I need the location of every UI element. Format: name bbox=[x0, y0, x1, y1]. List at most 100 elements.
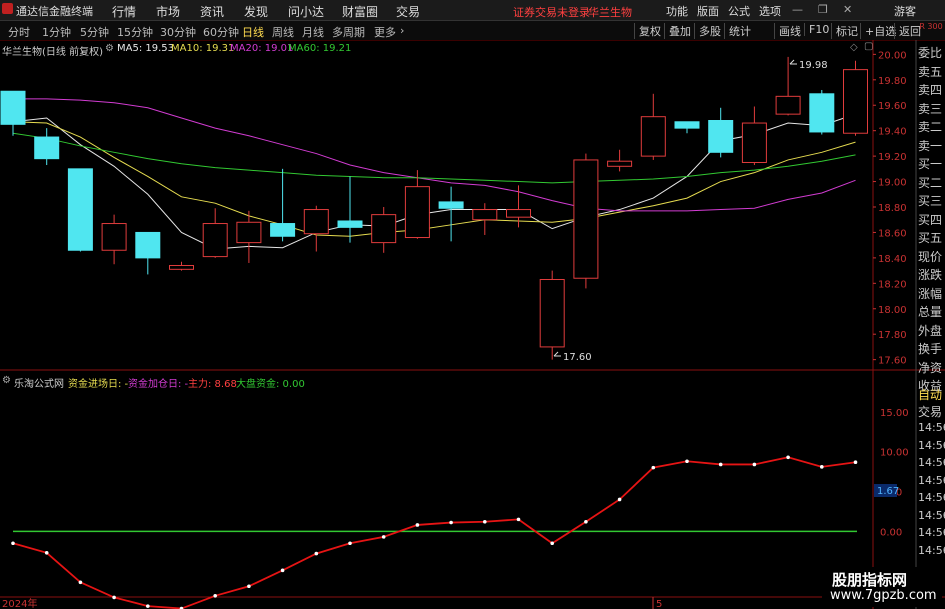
y-tick-label: 17.60 bbox=[878, 356, 907, 367]
adjust-button[interactable]: 复权 bbox=[634, 23, 661, 39]
ma10-legend: MA10: 19.31 bbox=[171, 43, 235, 54]
indicator-gear-icon[interactable]: ⚙ bbox=[2, 375, 11, 386]
main-force-point bbox=[752, 462, 757, 467]
more-chevron-icon[interactable]: › bbox=[400, 24, 404, 37]
minimize-icon[interactable]: — bbox=[792, 3, 803, 16]
y-tick-label: 19.00 bbox=[878, 178, 907, 189]
candle-body bbox=[573, 159, 599, 279]
settings-gear-icon[interactable]: ⚙ bbox=[105, 43, 114, 54]
close-icon[interactable]: ✕ bbox=[843, 3, 852, 16]
draw-line-button[interactable]: 画线 bbox=[774, 23, 801, 39]
y-tick-label: 19.20 bbox=[878, 152, 907, 163]
period-1min[interactable]: 1分钟 bbox=[42, 24, 71, 40]
period-60min[interactable]: 60分钟 bbox=[203, 24, 239, 40]
low-marker: 17.60 bbox=[553, 351, 592, 363]
tick-time: 14:56 bbox=[918, 526, 945, 539]
candle bbox=[438, 186, 464, 242]
main-force-point bbox=[78, 580, 83, 585]
period-multi[interactable]: 多周期 bbox=[332, 24, 365, 40]
kline-chart-area[interactable]: 20.00 19.80 19.60 19.40 19.20 19.00 18.80 18.60… bbox=[0, 40, 945, 609]
tick-time: 14:56 bbox=[918, 543, 945, 557]
multi-stock-button[interactable]: 多股 bbox=[694, 23, 721, 39]
tick-time: 14:56 bbox=[918, 491, 945, 504]
main-force-point bbox=[786, 455, 790, 460]
function-button[interactable]: 功能 bbox=[666, 3, 688, 19]
main-force-point bbox=[516, 517, 521, 522]
layout-button[interactable]: 版面 bbox=[697, 3, 719, 19]
menu-news[interactable]: 资讯 bbox=[200, 3, 224, 20]
y-tick-label: 18.60 bbox=[878, 228, 907, 239]
auto-label[interactable]: 自动 bbox=[918, 386, 942, 403]
main-force-point bbox=[685, 459, 689, 464]
menu-market-quotes[interactable]: 行情 bbox=[112, 3, 136, 20]
trade-label[interactable]: 交易 bbox=[918, 403, 942, 420]
menu-discover[interactable]: 发现 bbox=[244, 3, 268, 20]
quote-label: 现价 bbox=[918, 249, 943, 264]
quote-label: 卖二 bbox=[918, 120, 943, 134]
fund-add-legend: 资金加仓日: - bbox=[128, 379, 189, 390]
options-button[interactable]: 选项 bbox=[759, 3, 781, 19]
mark-button[interactable]: 标记 bbox=[831, 23, 858, 39]
main-force-point bbox=[381, 535, 386, 539]
period-monthly[interactable]: 月线 bbox=[302, 24, 324, 40]
menu-market[interactable]: 市场 bbox=[156, 3, 180, 20]
overlay-button[interactable]: 叠加 bbox=[664, 23, 691, 39]
period-daily[interactable]: 日线 bbox=[242, 24, 264, 40]
main-force-point bbox=[651, 465, 656, 470]
panel-toggle-icon[interactable]: ▢ bbox=[864, 41, 873, 52]
period-more[interactable]: 更多 bbox=[374, 24, 396, 40]
y-tick-label: 17.80 bbox=[878, 330, 907, 341]
title-bar: 通达信金融终端 行情 市场 资讯 发现 问小达 财富圈 交易 证券交易未登录 华… bbox=[0, 0, 945, 21]
f10-button[interactable]: F10 bbox=[804, 23, 829, 36]
candle-body bbox=[506, 209, 531, 218]
quote-label: 买一 bbox=[918, 157, 943, 171]
candle-body bbox=[135, 231, 161, 259]
candle bbox=[539, 270, 565, 360]
market-fund-legend: 大盘资金: 0.00 bbox=[236, 379, 305, 390]
candle bbox=[337, 176, 363, 243]
period-intraday[interactable]: 分时 bbox=[8, 24, 30, 40]
y-tick-label: 19.80 bbox=[878, 76, 907, 87]
candle bbox=[135, 231, 161, 275]
candle-body bbox=[303, 209, 329, 235]
period-5min[interactable]: 5分钟 bbox=[80, 24, 109, 40]
period-15min[interactable]: 15分钟 bbox=[117, 24, 153, 40]
period-weekly[interactable]: 周线 bbox=[272, 24, 294, 40]
candle bbox=[202, 208, 228, 258]
right-panel-badge[interactable]: R 300 bbox=[918, 22, 944, 31]
quote-label: 买三 bbox=[918, 194, 943, 208]
formula-button[interactable]: 公式 bbox=[728, 3, 750, 19]
main-force-point bbox=[348, 541, 352, 546]
candle bbox=[270, 168, 296, 242]
ma-line-ma20 bbox=[13, 98, 856, 212]
restore-icon[interactable]: ❐ bbox=[818, 3, 828, 16]
add-watchlist-button[interactable]: +自选 bbox=[860, 23, 896, 39]
main-force-point bbox=[11, 541, 15, 546]
guest-label[interactable]: 游客 bbox=[894, 3, 916, 19]
y-tick-label: 18.20 bbox=[878, 279, 907, 290]
candle-body bbox=[741, 122, 767, 163]
main-force-point bbox=[415, 523, 420, 527]
menu-ask[interactable]: 问小达 bbox=[288, 3, 324, 20]
menu-wealth-circle[interactable]: 财富圈 bbox=[342, 3, 378, 20]
period-30min[interactable]: 30分钟 bbox=[160, 24, 196, 40]
brand-url: www.7gpzb.com bbox=[830, 588, 937, 603]
statistics-button[interactable]: 统计 bbox=[724, 23, 751, 39]
login-warning[interactable]: 证券交易未登录 bbox=[513, 4, 590, 20]
y-tick-label: 19.40 bbox=[878, 127, 907, 138]
indicator-lines bbox=[11, 455, 858, 609]
quote-label: 卖四 bbox=[918, 83, 943, 97]
candle-body bbox=[371, 214, 397, 244]
main-force-point bbox=[483, 519, 487, 524]
main-force-legend: 主力: 8.68 bbox=[188, 379, 237, 390]
candlesticks bbox=[0, 56, 868, 360]
diamond-icon[interactable]: ◇ bbox=[850, 42, 858, 53]
candle bbox=[303, 205, 329, 252]
candle-body bbox=[472, 209, 498, 221]
candle-body bbox=[169, 265, 194, 270]
indicator-title[interactable]: 乐淘公式网 bbox=[14, 375, 64, 390]
menu-trade[interactable]: 交易 bbox=[396, 3, 420, 20]
back-button[interactable]: 返回 bbox=[894, 23, 921, 39]
y-tick-label: 18.80 bbox=[878, 203, 907, 214]
quote-label: 净资 bbox=[918, 360, 943, 375]
